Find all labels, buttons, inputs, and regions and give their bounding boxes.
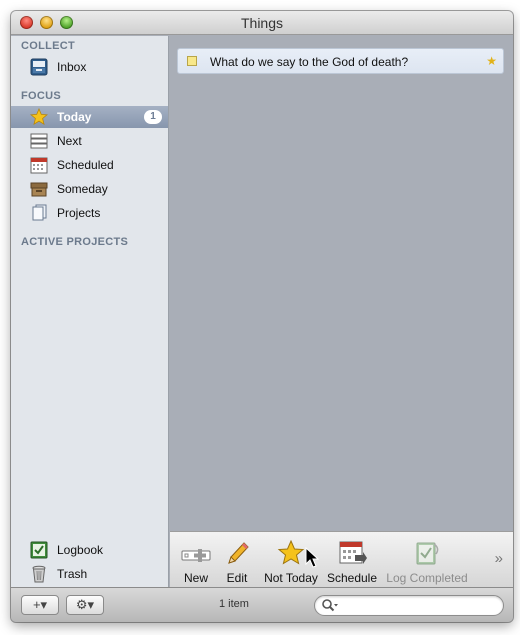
active-projects-header: ACTIVE PROJECTS bbox=[21, 236, 129, 248]
tool-label: Log Completed bbox=[386, 571, 468, 585]
sidebar-item-someday[interactable]: Someday bbox=[11, 178, 168, 200]
new-item-icon bbox=[181, 549, 211, 562]
task-checkbox[interactable] bbox=[187, 56, 197, 66]
collect-header: COLLECT bbox=[21, 40, 76, 52]
gear-menu-button[interactable]: ⚙▾ bbox=[66, 595, 104, 615]
schedule-button[interactable]: Schedule bbox=[326, 532, 378, 588]
sidebar-item-label: Projects bbox=[57, 206, 101, 220]
box-icon bbox=[30, 182, 48, 197]
task-title: What do we say to the God of death? bbox=[210, 55, 409, 69]
tool-label: New bbox=[183, 571, 208, 585]
pencil-icon bbox=[228, 542, 249, 564]
sidebar-item-inbox[interactable]: Inbox bbox=[11, 56, 168, 78]
next-icon bbox=[30, 133, 48, 149]
star-icon bbox=[277, 540, 305, 565]
log-completed-button[interactable]: Log Completed bbox=[384, 532, 470, 588]
today-count-badge: 1 bbox=[144, 110, 162, 124]
star-icon bbox=[30, 108, 48, 126]
add-menu-button[interactable]: +▾ bbox=[21, 595, 59, 615]
trash-icon bbox=[32, 565, 46, 583]
logbook-icon bbox=[416, 542, 439, 565]
sidebar-item-label: Next bbox=[57, 134, 82, 148]
new-button[interactable]: New bbox=[176, 532, 216, 588]
sidebar-item-scheduled[interactable]: Scheduled bbox=[11, 154, 168, 176]
sidebar-item-trash[interactable]: Trash bbox=[11, 563, 168, 585]
inbox-icon bbox=[30, 58, 48, 76]
sidebar: COLLECT Inbox FOCUS Today 1 Next Schedul… bbox=[11, 36, 169, 587]
search-icon bbox=[322, 599, 338, 612]
calendar-icon bbox=[30, 157, 48, 174]
sidebar-item-label: Inbox bbox=[57, 60, 87, 74]
projects-icon bbox=[32, 204, 47, 221]
sidebar-item-next[interactable]: Next bbox=[11, 130, 168, 152]
tool-label: Edit bbox=[226, 571, 248, 585]
action-toolbar: New Edit Not Today Schedule Log Complete… bbox=[170, 531, 513, 587]
sidebar-item-label: Someday bbox=[57, 182, 108, 196]
logbook-icon bbox=[30, 541, 48, 559]
sidebar-item-label: Scheduled bbox=[57, 158, 114, 172]
search-field[interactable] bbox=[314, 595, 504, 616]
tool-label: Schedule bbox=[326, 571, 378, 585]
sidebar-item-label: Today bbox=[57, 110, 92, 124]
window-title: Things bbox=[240, 15, 284, 31]
mouse-cursor-icon bbox=[305, 547, 319, 568]
star-icon[interactable]: ★ bbox=[486, 54, 497, 68]
sidebar-item-label: Trash bbox=[57, 567, 88, 581]
sidebar-item-logbook[interactable]: Logbook bbox=[11, 539, 168, 561]
search-input[interactable] bbox=[341, 598, 497, 613]
today-list: What do we say to the God of death? ★ bbox=[170, 36, 513, 531]
toolbar-overflow-button[interactable]: » bbox=[495, 550, 503, 567]
edit-button[interactable]: Edit bbox=[220, 532, 254, 588]
calendar-icon bbox=[339, 541, 367, 564]
sidebar-item-today[interactable]: Today 1 bbox=[11, 106, 168, 128]
sidebar-item-projects[interactable]: Projects bbox=[11, 202, 168, 224]
tool-label: Not Today bbox=[264, 571, 318, 585]
things-window: Things COLLECT Inbox FOCUS Today 1 Next … bbox=[11, 11, 513, 622]
bottom-bar: +▾ ⚙▾ 1 item bbox=[11, 587, 513, 622]
title-bar[interactable]: Things bbox=[11, 11, 513, 35]
list-item[interactable]: What do we say to the God of death? ★ bbox=[177, 48, 504, 74]
focus-header: FOCUS bbox=[21, 90, 61, 102]
sidebar-item-label: Logbook bbox=[57, 543, 104, 557]
item-count-status: 1 item bbox=[219, 598, 249, 610]
